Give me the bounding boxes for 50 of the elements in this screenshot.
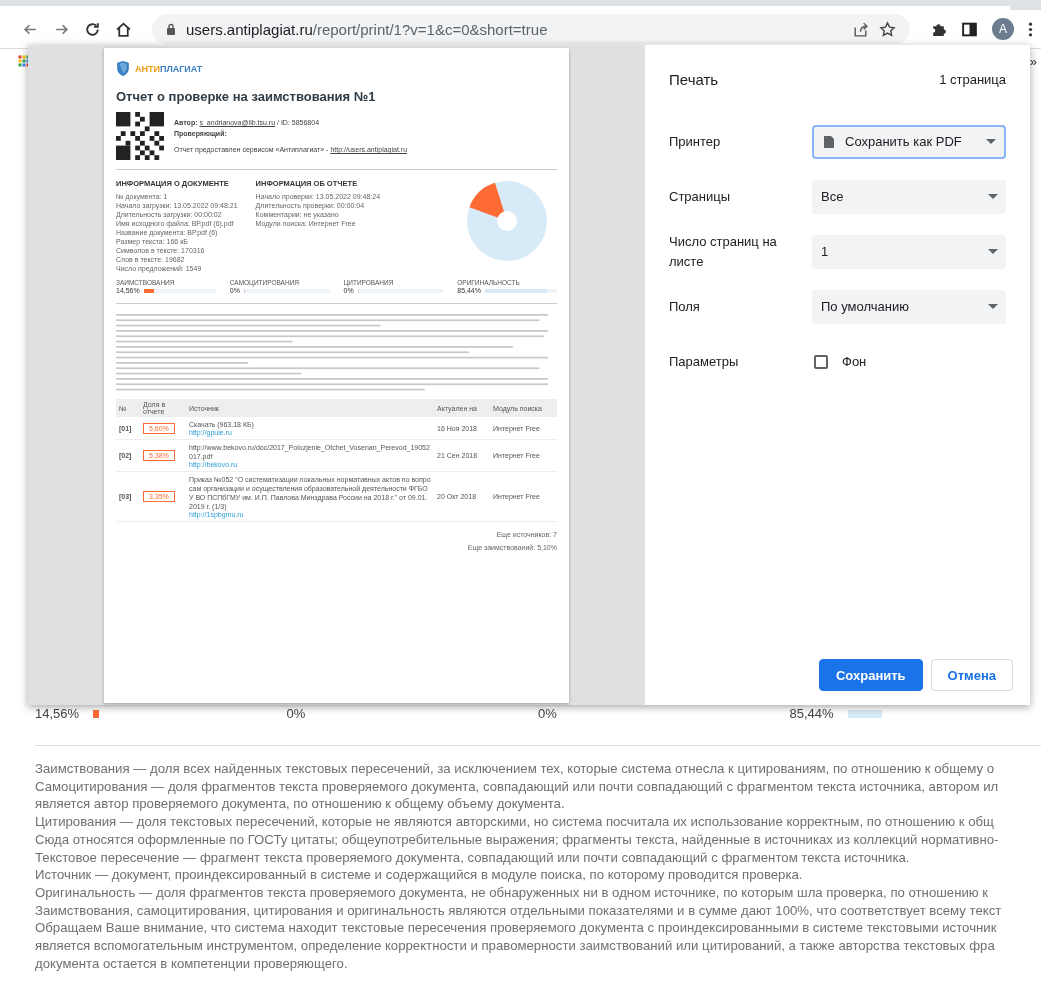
more-bookmarks[interactable]: » — [1029, 53, 1037, 69]
stat-value: 85,44% — [789, 706, 834, 721]
glossary-text: является вспомогательным инструментом, определение корректности и правомерности заимствований или цитирований, а также авторства текстовых фра — [35, 937, 996, 955]
star-icon[interactable] — [879, 20, 896, 38]
dropdown-arrow-icon — [988, 304, 998, 309]
setting-label: Принтер — [669, 132, 722, 151]
shield-logo-icon — [116, 60, 130, 77]
glossary-text: документа остается в компетенции проверяющего. — [35, 954, 349, 973]
glossary-text: Цитирования — доля текстовых пересечений, которые не являются авторскими, но система посчитала их использование корректным, по отношению к общ — [35, 813, 995, 831]
setting-label: Параметры — [669, 352, 740, 371]
save-button[interactable]: Сохранить — [818, 659, 923, 691]
lock-icon — [166, 23, 176, 35]
checkbox[interactable] — [814, 354, 828, 369]
qr-code-icon — [116, 112, 164, 160]
report-title: Отчет о проверке на заимствования №1 — [116, 89, 377, 104]
glossary-text: является автор проверяемого документа, по отношению к общему объему документа. — [35, 795, 566, 814]
share-icon[interactable] — [852, 20, 869, 38]
page-count: 1 страница — [939, 72, 1006, 87]
setting-dropdown[interactable]: По умолчанию — [812, 289, 1006, 324]
setting-dropdown[interactable]: 1 — [812, 234, 1006, 269]
glossary-text: Сюда относятся оформленные по ГОСТу цитаты; общеупотребительные выражения; фрагменты текста, найденные в источниках из коллекций нормативно- — [35, 830, 1000, 849]
glossary-text: Заимствования — доля всех найденных текстовых пересечений, за исключением тех, которые система отнесла к цитированиям, по отношению к общему о — [35, 760, 995, 778]
setting-dropdown[interactable]: Все — [812, 179, 1006, 214]
setting-label: Число страниц на листе — [669, 232, 778, 271]
setting-label: Поля — [669, 297, 701, 316]
address-bar[interactable]: users.antiplagiat.ru/report/print/1?v=1&c=0&short=true — [152, 14, 910, 44]
glossary-text: Источник — документ, проиндексированный в системе и содержащийся в модуле поиска, по которому проводится проверка. — [35, 866, 804, 884]
dropdown-arrow-icon — [986, 139, 996, 144]
glossary-text: Текстовое пересечение — фрагмент текста проверяемого документа, совпадающий или почти совпадающий с фрагментом текста источника. — [35, 848, 911, 867]
dropdown-arrow-icon — [988, 194, 998, 199]
setting-label: Страницы — [669, 187, 732, 206]
logo-text: АНТИПЛАГИАТ — [135, 63, 203, 74]
stat-value: 0% — [286, 706, 306, 721]
cancel-button[interactable]: Отмена — [930, 659, 1013, 691]
home-icon[interactable] — [115, 20, 132, 38]
file-icon — [823, 134, 835, 149]
menu-icon[interactable] — [1028, 20, 1033, 38]
glossary-text: Оригинальность — доля фрагментов текста проверяемого документа, не обнаруженных ни в одном источнике, по которым шла проверка, по отношению к — [35, 883, 990, 902]
reload-icon[interactable] — [84, 20, 101, 38]
stat-value: 0% — [538, 706, 557, 721]
dropdown-arrow-icon — [988, 249, 998, 254]
glossary-text: Самоцитирования — доля фрагментов текста проверяемого документа, совпадающий или почти совпадающий с фрагментом текста источника, автором ил — [35, 777, 1000, 796]
glossary-text: Заимствования, самоцитирования, цитирования и оригинальность являются отдельными показателями и в сумме дают 100%, что соответствует всему текст — [35, 901, 1003, 920]
profile-avatar[interactable]: A — [992, 18, 1014, 40]
checkbox-label[interactable]: Фон — [842, 354, 867, 369]
stat-value: 14,56% — [35, 706, 80, 721]
glossary-text: Обращаем Ваше внимание, что система находит текстовые пересечения проверяемого документа с проиндексированными в системе текстовыми источник — [35, 919, 998, 938]
side-panel-icon[interactable] — [961, 20, 978, 38]
print-title: Печать — [669, 71, 719, 88]
setting-dropdown[interactable]: Сохранить как PDF — [812, 124, 1006, 159]
